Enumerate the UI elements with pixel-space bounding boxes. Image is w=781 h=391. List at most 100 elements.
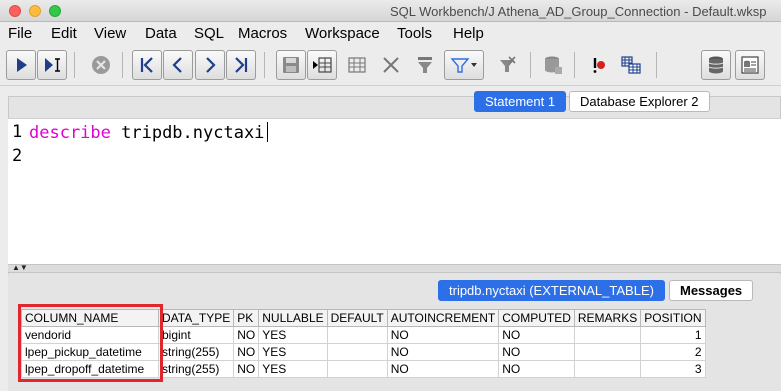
copy-row-button[interactable] xyxy=(342,50,372,80)
menu-workspace[interactable]: Workspace xyxy=(305,25,380,42)
toolbar-separator xyxy=(574,52,575,78)
table-cell[interactable]: NO xyxy=(386,360,500,378)
table-cell[interactable]: NO xyxy=(233,326,260,344)
line-number-gutter: 1 2 xyxy=(8,119,26,265)
table-cell[interactable]: 1 xyxy=(640,326,706,344)
annotation-highlight-box xyxy=(18,304,163,382)
reset-filter-icon xyxy=(500,56,516,72)
line-number: 2 xyxy=(12,146,23,166)
table-cell[interactable]: 3 xyxy=(640,360,706,378)
column-header[interactable]: DATA_TYPE xyxy=(157,309,235,327)
toolbar-separator xyxy=(656,52,657,78)
tab-database-explorer[interactable]: Database Explorer 2 xyxy=(569,91,710,112)
last-row-button[interactable] xyxy=(226,50,256,80)
table-cell[interactable]: YES xyxy=(258,360,328,378)
toolbar-separator xyxy=(74,52,75,78)
table-cell[interactable]: NO xyxy=(386,326,500,344)
column-header[interactable]: COMPUTED xyxy=(498,309,575,327)
tab-statement-1[interactable]: Statement 1 xyxy=(474,91,567,112)
stop-icon xyxy=(92,56,110,74)
close-window-button[interactable] xyxy=(9,5,21,17)
last-icon xyxy=(235,57,248,73)
database-save-button[interactable] xyxy=(538,50,568,80)
insert-row-button[interactable] xyxy=(307,50,337,80)
panel-splitter[interactable]: ▲▼ xyxy=(8,264,781,273)
toolbar xyxy=(0,46,781,86)
table-cell[interactable]: bigint xyxy=(157,326,235,344)
menu-view[interactable]: View xyxy=(94,25,126,42)
table-cell[interactable] xyxy=(326,360,388,378)
line-number: 1 xyxy=(12,122,23,142)
previous-row-button[interactable] xyxy=(163,50,193,80)
collapse-arrows-icon[interactable]: ▲▼ xyxy=(12,264,28,272)
tab-messages[interactable]: Messages xyxy=(669,280,754,301)
table-cell[interactable]: NO xyxy=(386,343,500,361)
column-header[interactable]: NULLABLE xyxy=(258,309,328,327)
menu-file[interactable]: File xyxy=(8,25,32,42)
next-icon xyxy=(206,57,216,73)
column-header[interactable]: POSITION xyxy=(640,309,706,327)
execute-icon xyxy=(17,58,27,72)
column-header[interactable]: PK xyxy=(233,309,260,327)
sql-keyword: describe xyxy=(29,123,111,143)
table-cell[interactable]: NO xyxy=(233,360,260,378)
window-title: SQL Workbench/J Athena_AD_Group_Connecti… xyxy=(390,4,767,19)
table-cell[interactable]: NO xyxy=(498,360,575,378)
db-explorer-icon xyxy=(741,56,759,74)
table-cell[interactable] xyxy=(326,326,388,344)
table-cell[interactable]: YES xyxy=(258,326,328,344)
delete-row-button[interactable] xyxy=(376,50,406,80)
menu-data[interactable]: Data xyxy=(145,25,177,42)
table-cell[interactable] xyxy=(326,343,388,361)
connect-icon xyxy=(708,56,724,74)
execute-current-button[interactable] xyxy=(37,50,67,80)
toolbar-separator xyxy=(530,52,531,78)
column-header[interactable]: DEFAULT xyxy=(326,309,388,327)
save-icon xyxy=(283,57,299,73)
column-header[interactable]: AUTOINCREMENT xyxy=(386,309,500,327)
object-finder-button[interactable] xyxy=(616,50,646,80)
delete-row-icon xyxy=(383,57,399,73)
menu-sql[interactable]: SQL xyxy=(194,25,224,42)
column-header[interactable]: REMARKS xyxy=(573,309,642,327)
first-icon xyxy=(140,57,153,73)
sql-editor[interactable]: 1 2 describe tripdb.nyctaxi xyxy=(8,118,781,265)
exception-button[interactable] xyxy=(582,50,612,80)
table-cell[interactable]: NO xyxy=(498,326,575,344)
zoom-window-button[interactable] xyxy=(49,5,61,17)
minimize-window-button[interactable] xyxy=(29,5,41,17)
table-cell[interactable]: 2 xyxy=(640,343,706,361)
tab-result-nyctaxi[interactable]: tripdb.nyctaxi (EXTERNAL_TABLE) xyxy=(438,280,665,301)
table-cell[interactable] xyxy=(573,343,642,361)
filter-dropdown-icon xyxy=(450,58,477,73)
table-cell[interactable]: NO xyxy=(233,343,260,361)
next-row-button[interactable] xyxy=(195,50,225,80)
object-finder-icon xyxy=(621,56,641,74)
table-cell[interactable]: NO xyxy=(498,343,575,361)
filter-button[interactable] xyxy=(410,50,440,80)
table-cell[interactable] xyxy=(573,326,642,344)
menu-macros[interactable]: Macros xyxy=(238,25,287,42)
execute-button[interactable] xyxy=(6,50,36,80)
table-cell[interactable]: string(255) xyxy=(157,360,235,378)
exception-icon xyxy=(593,58,605,73)
table-cell[interactable]: YES xyxy=(258,343,328,361)
connect-button[interactable] xyxy=(701,50,731,80)
menu-edit[interactable]: Edit xyxy=(51,25,77,42)
execute-current-icon xyxy=(45,58,60,72)
reset-filter-button[interactable] xyxy=(492,50,522,80)
stop-button[interactable] xyxy=(86,50,116,80)
first-row-button[interactable] xyxy=(132,50,162,80)
title-bar: SQL Workbench/J Athena_AD_Group_Connecti… xyxy=(0,0,781,22)
save-button[interactable] xyxy=(276,50,306,80)
menu-tools[interactable]: Tools xyxy=(397,25,432,42)
table-cell[interactable] xyxy=(573,360,642,378)
db-explorer-button[interactable] xyxy=(735,50,765,80)
menu-bar: File Edit View Data SQL Macros Workspace… xyxy=(0,22,781,45)
table-cell[interactable]: string(255) xyxy=(157,343,235,361)
menu-help[interactable]: Help xyxy=(453,25,484,42)
code-line[interactable]: describe tripdb.nyctaxi xyxy=(29,122,269,143)
sql-text: tripdb.nyctaxi xyxy=(110,123,265,143)
filter-dropdown-button[interactable] xyxy=(444,50,484,80)
text-cursor xyxy=(267,122,269,142)
